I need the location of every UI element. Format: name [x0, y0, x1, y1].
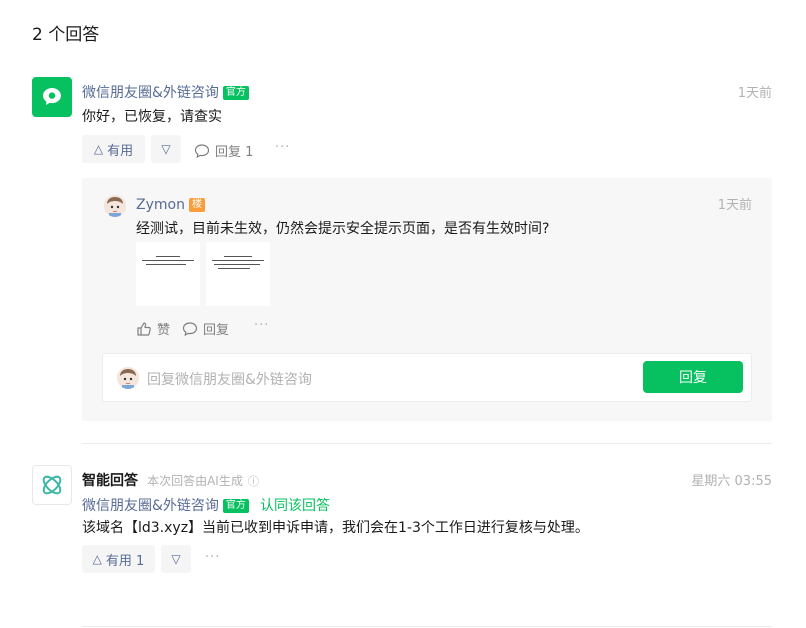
- official-avatar[interactable]: [32, 77, 72, 117]
- ai-avatar: [32, 465, 72, 505]
- like-label: 赞: [157, 323, 171, 338]
- reply-composer[interactable]: 回复微信朋友圈&外链咨询 回复: [102, 353, 752, 402]
- answer2-content: 该域名【ld3.xyz】当前已收到申诉申请，我们会在1-3个工作日进行复核与处理…: [82, 520, 589, 536]
- answer1-author[interactable]: 微信朋友圈&外链咨询: [82, 85, 219, 101]
- current-user-avatar: [117, 367, 139, 389]
- useful-label: 有用 1: [105, 553, 145, 569]
- answer-count: 2 个回答: [32, 25, 100, 45]
- not-useful-button[interactable]: ▽: [161, 545, 191, 573]
- useful-button[interactable]: △ 有用: [82, 135, 145, 163]
- info-icon[interactable]: ⓘ: [248, 475, 259, 488]
- reply-time: 1天前: [717, 198, 752, 213]
- ai-answer-header: 智能回答 本次回答由AI生成 ⓘ: [82, 470, 259, 490]
- answer1-time: 1天前: [737, 86, 772, 101]
- screenshot-thumbnail[interactable]: [206, 242, 270, 306]
- reply-content: 经测试，目前未生效，仍然会提示安全提示页面，是否有生效时间?: [136, 221, 550, 237]
- ai-generated-note: 本次回答由AI生成: [147, 474, 243, 488]
- useful-button[interactable]: △ 有用 1: [82, 545, 155, 573]
- submit-reply-button[interactable]: 回复: [643, 361, 743, 393]
- floor-badge: 楼: [188, 198, 205, 212]
- official-badge: 官方: [222, 499, 249, 513]
- endorse-text: 认同该回答: [260, 498, 331, 514]
- comment-icon: [182, 321, 198, 336]
- answer-divider: [82, 626, 772, 627]
- reply-button[interactable]: 回复: [182, 319, 229, 338]
- reply-count-label: 回复 1: [215, 145, 254, 160]
- reply-label: 回复: [203, 323, 230, 338]
- reply-thread: Zymon 楼 1天前 经测试，目前未生效，仍然会提示安全提示页面，是否有生效时间…: [82, 178, 772, 421]
- ai-orbit-icon: [42, 475, 62, 495]
- thumbs-up-icon: [137, 321, 151, 336]
- triangle-up-icon: △: [93, 142, 104, 156]
- endorsement-line: 微信朋友圈&外链咨询 官方 认同该回答: [82, 495, 330, 515]
- screenshot-thumbnail[interactable]: [136, 242, 200, 306]
- ai-answer-title: 智能回答: [82, 473, 138, 489]
- answer-divider: [82, 443, 772, 444]
- more-options-button[interactable]: ···: [275, 140, 290, 155]
- cartoon-avatar-icon: [104, 195, 126, 217]
- useful-label: 有用: [107, 143, 134, 159]
- more-options-button[interactable]: ···: [205, 550, 220, 565]
- answer1-content: 你好，已恢复，请查实: [82, 109, 222, 125]
- triangle-up-icon: △: [92, 552, 102, 566]
- triangle-down-icon: ▽: [161, 142, 171, 156]
- more-options-button[interactable]: ···: [254, 318, 269, 333]
- reply-input-placeholder[interactable]: 回复微信朋友圈&外链咨询: [147, 369, 312, 389]
- not-useful-button[interactable]: ▽: [151, 135, 181, 163]
- comment-icon: [194, 143, 210, 158]
- cartoon-avatar-icon: [117, 367, 139, 389]
- reply-author-line: Zymon 楼: [136, 194, 205, 213]
- official-badge: 官方: [222, 86, 249, 100]
- answer2-time: 星期六 03:55: [691, 474, 772, 489]
- triangle-down-icon: ▽: [171, 552, 181, 566]
- answer1-author-line: 微信朋友圈&外链咨询 官方: [82, 82, 249, 102]
- like-button[interactable]: 赞: [136, 319, 170, 338]
- reply-author[interactable]: Zymon: [136, 197, 185, 213]
- endorser-name[interactable]: 微信朋友圈&外链咨询: [82, 498, 219, 514]
- chat-bubble-icon: [43, 88, 61, 105]
- user-avatar[interactable]: [104, 195, 126, 217]
- reply-toggle[interactable]: 回复 1: [194, 141, 253, 160]
